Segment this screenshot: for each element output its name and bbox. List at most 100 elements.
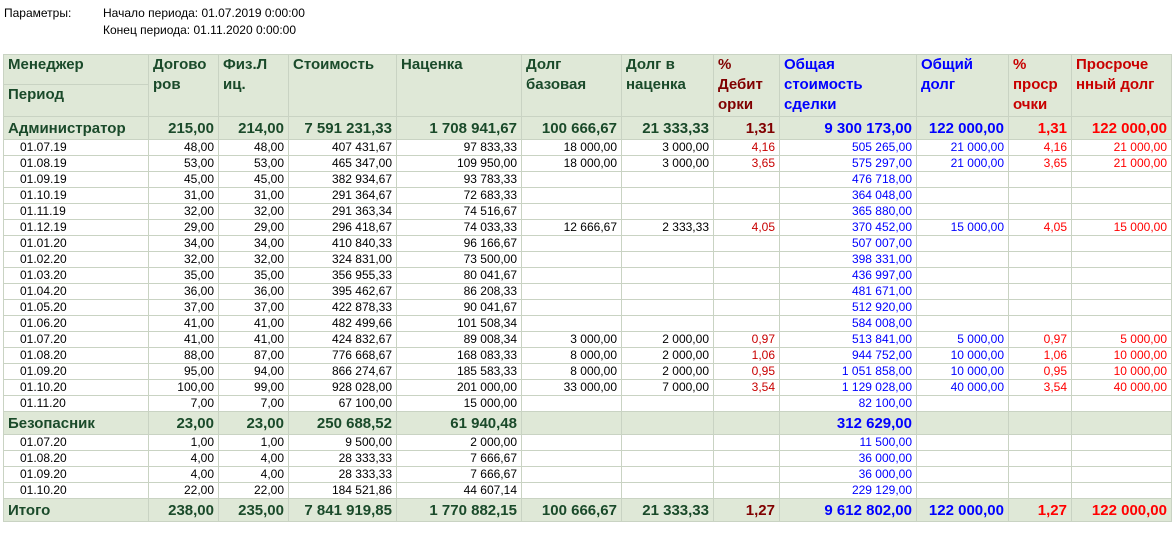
value-cell	[621, 235, 714, 252]
group-row[interactable]: Безопасник 23,00 23,00 250 688,52 61 940,48 3…	[3, 411, 1172, 435]
value-cell: 95,00	[148, 363, 219, 380]
value-cell	[1071, 450, 1172, 467]
value-cell: 10 000,00	[916, 363, 1009, 380]
value-cell	[1071, 267, 1172, 284]
value-cell	[916, 482, 1009, 499]
value-cell	[1008, 235, 1072, 252]
header-total-cost[interactable]: Общая стоимость сделки	[779, 54, 917, 117]
header-total-debt[interactable]: Общий долг	[916, 54, 1009, 117]
value-cell: 0,97	[1008, 331, 1072, 348]
table-row[interactable]: 01.08.19 53,00 53,00 465 347,00 109 950,00 18…	[3, 155, 1172, 172]
table-row[interactable]: 01.07.20 1,00 1,00 9 500,00 2 000,00 11 500,0…	[3, 434, 1172, 451]
table-row[interactable]: 01.09.19 45,00 45,00 382 934,67 93 783,33 476…	[3, 171, 1172, 188]
period-cell: 01.10.19	[3, 187, 149, 204]
value-cell: 250 688,52	[288, 411, 397, 435]
header-overdue-debt[interactable]: Просроче нный долг	[1071, 54, 1172, 117]
value-cell: 48,00	[148, 139, 219, 156]
table-row[interactable]: 01.11.19 32,00 32,00 291 363,34 74 516,67 365…	[3, 203, 1172, 220]
value-cell: 1,27	[1008, 498, 1072, 522]
value-cell	[1008, 411, 1072, 435]
table-row[interactable]: 01.07.20 41,00 41,00 424 832,67 89 008,34 3 0…	[3, 331, 1172, 348]
table-row[interactable]: 01.11.20 7,00 7,00 67 100,00 15 000,00 82 100…	[3, 395, 1172, 412]
value-cell: 10 000,00	[916, 347, 1009, 364]
table-row[interactable]: 01.05.20 37,00 37,00 422 878,33 90 041,67 512…	[3, 299, 1172, 316]
table-row[interactable]: 01.09.20 95,00 94,00 866 274,67 185 583,33 8 …	[3, 363, 1172, 380]
value-cell: 324 831,00	[288, 251, 397, 268]
value-cell	[621, 411, 714, 435]
table-row[interactable]: 01.06.20 41,00 41,00 482 499,66 101 508,34 58…	[3, 315, 1172, 332]
value-cell: 32,00	[148, 251, 219, 268]
value-cell: 122 000,00	[916, 116, 1009, 140]
table-row[interactable]: 01.09.20 4,00 4,00 28 333,33 7 666,67 36 000,…	[3, 466, 1172, 483]
header-markup[interactable]: Наценка	[396, 54, 522, 117]
period-cell: 01.04.20	[3, 283, 149, 300]
table-row[interactable]: 01.10.20 22,00 22,00 184 521,86 44 607,14 229…	[3, 482, 1172, 499]
total-row[interactable]: Итого 238,00 235,00 7 841 919,85 1 770 882,1…	[3, 498, 1172, 522]
value-cell	[1008, 395, 1072, 412]
header-pct-debt[interactable]: % Дебит орки	[713, 54, 780, 117]
value-cell: 513 841,00	[779, 331, 917, 348]
value-cell: 40 000,00	[916, 379, 1009, 396]
header-persons[interactable]: Физ.Л иц.	[218, 54, 289, 117]
header-contracts[interactable]: Догово ров	[148, 54, 219, 117]
group-row[interactable]: Администратор 215,00 214,00 7 591 231,33 1 7…	[3, 116, 1172, 140]
value-cell	[916, 187, 1009, 204]
value-cell: 35,00	[148, 267, 219, 284]
table-row[interactable]: 01.08.20 88,00 87,00 776 668,67 168 083,33 8 …	[3, 347, 1172, 364]
value-cell: 229 129,00	[779, 482, 917, 499]
table-row[interactable]: 01.07.19 48,00 48,00 407 431,67 97 833,33 18 …	[3, 139, 1172, 156]
parameters-label: Параметры:	[4, 6, 72, 20]
value-cell	[521, 235, 622, 252]
value-cell: 97 833,33	[396, 139, 522, 156]
value-cell: 94,00	[218, 363, 289, 380]
value-cell: 2 000,00	[621, 331, 714, 348]
value-cell: 15 000,00	[1071, 219, 1172, 236]
value-cell: 82 100,00	[779, 395, 917, 412]
table-row[interactable]: 01.01.20 34,00 34,00 410 840,33 96 166,67 507…	[3, 235, 1172, 252]
period-end: Конец периода: 01.11.2020 0:00:00	[103, 23, 297, 37]
value-cell: 100,00	[148, 379, 219, 396]
table-row[interactable]: 01.02.20 32,00 32,00 324 831,00 73 500,00 398…	[3, 251, 1172, 268]
value-cell	[1008, 187, 1072, 204]
value-cell: 424 832,67	[288, 331, 397, 348]
value-cell	[1071, 203, 1172, 220]
period-cell: 01.06.20	[3, 315, 149, 332]
value-cell: 185 583,33	[396, 363, 522, 380]
value-cell	[713, 251, 780, 268]
value-cell	[521, 315, 622, 332]
value-cell: 407 431,67	[288, 139, 397, 156]
value-cell: 1,27	[713, 498, 780, 522]
period-cell: 01.07.20	[3, 434, 149, 451]
value-cell	[713, 171, 780, 188]
table-row[interactable]: 01.04.20 36,00 36,00 395 462,67 86 208,33 481…	[3, 283, 1172, 300]
header-debt-base[interactable]: Долг базовая	[521, 54, 622, 117]
value-cell	[713, 411, 780, 435]
value-cell	[1008, 171, 1072, 188]
value-cell: 3 000,00	[521, 331, 622, 348]
header-manager[interactable]: Менеджер	[3, 54, 149, 85]
header-cost[interactable]: Стоимость	[288, 54, 397, 117]
table-row[interactable]: 01.10.19 31,00 31,00 291 364,67 72 683,33 364…	[3, 187, 1172, 204]
value-cell: 45,00	[148, 171, 219, 188]
table-row[interactable]: 01.10.20 100,00 99,00 928 028,00 201 000,00 3…	[3, 379, 1172, 396]
value-cell: 28 333,33	[288, 450, 397, 467]
report-body: Администратор 215,00 214,00 7 591 231,33 1 7…	[3, 116, 1172, 522]
value-cell: 18 000,00	[521, 155, 622, 172]
header-debt-markup[interactable]: Долг в наценка	[621, 54, 714, 117]
value-cell	[1008, 466, 1072, 483]
value-cell	[621, 395, 714, 412]
header-pct-overdue[interactable]: % проср очки	[1008, 54, 1072, 117]
value-cell	[1071, 434, 1172, 451]
table-row[interactable]: 01.03.20 35,00 35,00 356 955,33 80 041,67 436…	[3, 267, 1172, 284]
value-cell: 18 000,00	[521, 139, 622, 156]
value-cell: 168 083,33	[396, 347, 522, 364]
value-cell: 87,00	[218, 347, 289, 364]
header-period[interactable]: Период	[3, 84, 149, 117]
value-cell	[521, 434, 622, 451]
value-cell	[621, 434, 714, 451]
value-cell	[713, 395, 780, 412]
table-row[interactable]: 01.12.19 29,00 29,00 296 418,67 74 033,33 12 …	[3, 219, 1172, 236]
table-row[interactable]: 01.08.20 4,00 4,00 28 333,33 7 666,67 36 000,…	[3, 450, 1172, 467]
value-cell: 41,00	[148, 315, 219, 332]
value-cell: 312 629,00	[779, 411, 917, 435]
